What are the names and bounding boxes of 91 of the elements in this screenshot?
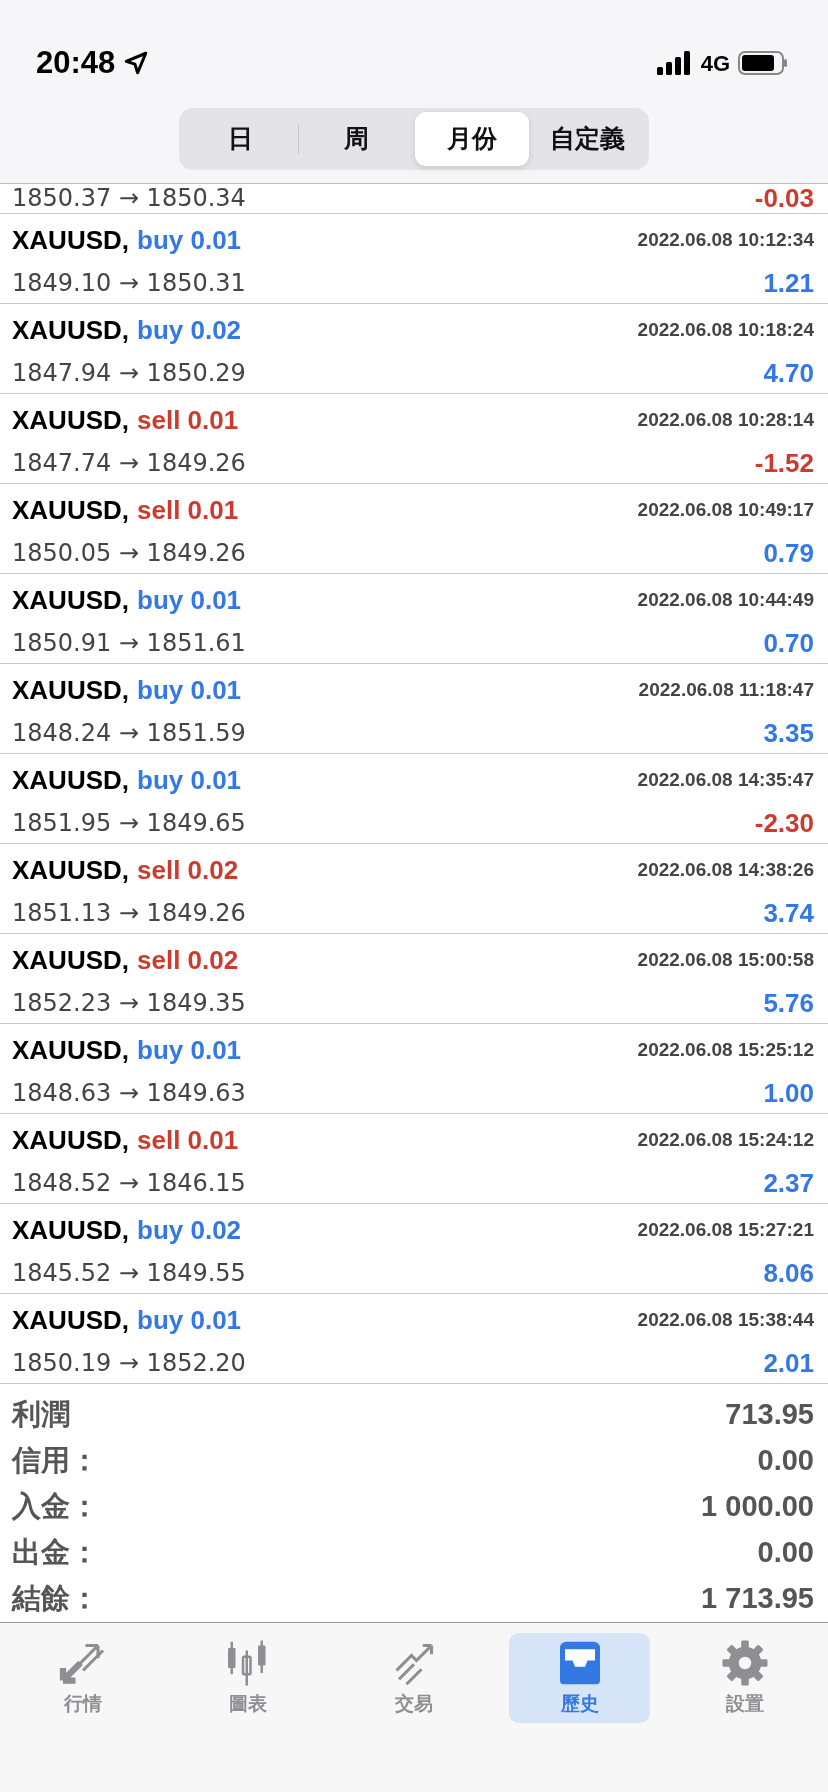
price-range: 1848.63 → 1849.63 xyxy=(12,1078,246,1109)
trade-volume: buy 0.01 xyxy=(137,1303,242,1337)
price-range: 1850.19 → 1852.20 xyxy=(12,1348,246,1379)
price-range: 1851.13 → 1849.26 xyxy=(12,898,246,929)
trade-volume: sell 0.02 xyxy=(137,943,239,977)
profit-value: 3.35 xyxy=(763,716,814,750)
profit-value: 0.79 xyxy=(763,536,814,570)
price-range: 1848.24 → 1851.59 xyxy=(12,718,246,749)
trade-volume: buy 0.01 xyxy=(137,583,242,617)
trade-volume: buy 0.01 xyxy=(137,763,242,797)
symbol-label: XAUUSD, xyxy=(12,1123,129,1157)
trade-volume: sell 0.02 xyxy=(137,853,239,887)
symbol-label: XAUUSD, xyxy=(12,403,129,437)
symbol-label: XAUUSD, xyxy=(12,583,129,617)
profit-value: 1.21 xyxy=(763,266,814,300)
deal-time: 2022.06.08 15:25:12 xyxy=(637,1037,814,1062)
trade-volume: buy 0.02 xyxy=(137,1213,242,1247)
tab-bar-item[interactable]: 行情 xyxy=(12,1633,154,1723)
trade-volume: sell 0.01 xyxy=(137,1123,239,1157)
deal-time: 2022.06.08 15:24:12 xyxy=(637,1127,814,1152)
trade-volume: buy 0.01 xyxy=(137,1033,242,1067)
location-icon xyxy=(123,50,150,76)
symbol-label: XAUUSD, xyxy=(12,1213,129,1247)
period-tab[interactable]: 周 xyxy=(298,112,414,166)
symbol-label: XAUUSD, xyxy=(12,223,129,257)
summary-label: 利潤 xyxy=(12,1397,70,1433)
profit-value: 2.37 xyxy=(763,1166,814,1200)
tab-bar-item[interactable]: 交易 xyxy=(343,1633,485,1723)
summary-label: 結餘： xyxy=(12,1581,99,1617)
summary-label: 入金： xyxy=(12,1489,99,1525)
trade-volume: sell 0.01 xyxy=(137,493,239,527)
price-range: 1849.10 → 1850.31 xyxy=(12,268,246,299)
symbol-label: XAUUSD, xyxy=(12,673,129,707)
deal-time: 2022.06.08 10:28:14 xyxy=(637,407,814,432)
price-range: 1852.23 → 1849.35 xyxy=(12,988,246,1019)
profit-value: -0.03 xyxy=(754,184,814,213)
trade-volume: buy 0.01 xyxy=(137,223,242,257)
status-time: 20:48 xyxy=(36,43,116,82)
profit-value: 0.70 xyxy=(763,626,814,660)
deal-time: 2022.06.08 14:35:47 xyxy=(637,767,814,792)
symbol-label: XAUUSD, xyxy=(12,853,129,887)
summary-value: 0.00 xyxy=(757,1535,814,1571)
price-range: 1850.91 → 1851.61 xyxy=(12,628,246,659)
symbol-label: XAUUSD, xyxy=(12,943,129,977)
deal-time: 2022.06.08 15:00:58 xyxy=(637,947,814,972)
tab-bar-item[interactable]: 設置 xyxy=(674,1633,816,1723)
price-range: 1851.95 → 1849.65 xyxy=(12,808,246,839)
price-range: 1850.37 → 1850.34 xyxy=(12,184,246,213)
profit-value: 4.70 xyxy=(763,356,814,390)
trade-volume: buy 0.02 xyxy=(137,313,242,347)
signal-icon xyxy=(656,51,693,75)
deal-time: 2022.06.08 10:18:24 xyxy=(637,317,814,342)
price-range: 1847.94 → 1850.29 xyxy=(12,358,246,389)
summary-label: 出金： xyxy=(12,1535,99,1571)
symbol-label: XAUUSD, xyxy=(12,493,129,527)
profit-value: 1.00 xyxy=(763,1076,814,1110)
profit-value: -1.52 xyxy=(754,446,814,480)
symbol-label: XAUUSD, xyxy=(12,763,129,797)
profit-value: 2.01 xyxy=(763,1346,814,1380)
deal-time: 2022.06.08 10:44:49 xyxy=(637,587,814,612)
summary-value: 0.00 xyxy=(757,1443,814,1479)
profit-value: -2.30 xyxy=(754,806,814,840)
profit-value: 8.06 xyxy=(763,1256,814,1290)
summary-label: 信用： xyxy=(12,1443,99,1479)
price-range: 1850.05 → 1849.26 xyxy=(12,538,246,569)
trade-volume: buy 0.01 xyxy=(137,673,242,707)
price-range: 1845.52 → 1849.55 xyxy=(12,1258,246,1289)
tab-bar-item[interactable]: 圖表 xyxy=(177,1633,320,1723)
price-range: 1848.52 → 1846.15 xyxy=(12,1168,246,1199)
battery-icon xyxy=(738,51,788,75)
deal-time: 2022.06.08 10:49:17 xyxy=(637,497,814,522)
deal-time: 2022.06.08 11:18:47 xyxy=(638,677,814,702)
price-range: 1847.74 → 1849.26 xyxy=(12,448,246,479)
period-tab[interactable]: 日 xyxy=(183,112,298,166)
profit-value: 3.74 xyxy=(763,896,814,930)
network-label: 4G xyxy=(700,49,730,78)
period-tab[interactable]: 月份 xyxy=(414,112,530,166)
period-tab[interactable]: 自定義 xyxy=(530,112,645,166)
summary-value: 1 000.00 xyxy=(701,1489,814,1525)
summary-value: 713.95 xyxy=(725,1397,814,1433)
deal-time: 2022.06.08 14:38:26 xyxy=(637,857,814,882)
deal-time: 2022.06.08 10:12:34 xyxy=(637,227,814,252)
summary-value: 1 713.95 xyxy=(701,1581,814,1617)
deal-time: 2022.06.08 15:27:21 xyxy=(637,1217,814,1242)
symbol-label: XAUUSD, xyxy=(12,1033,129,1067)
symbol-label: XAUUSD, xyxy=(12,1303,129,1337)
symbol-label: XAUUSD, xyxy=(12,313,129,347)
profit-value: 5.76 xyxy=(763,986,814,1020)
trade-volume: sell 0.01 xyxy=(137,403,239,437)
tab-bar-item[interactable]: 歷史 xyxy=(508,1633,651,1723)
deal-time: 2022.06.08 15:38:44 xyxy=(637,1307,814,1332)
